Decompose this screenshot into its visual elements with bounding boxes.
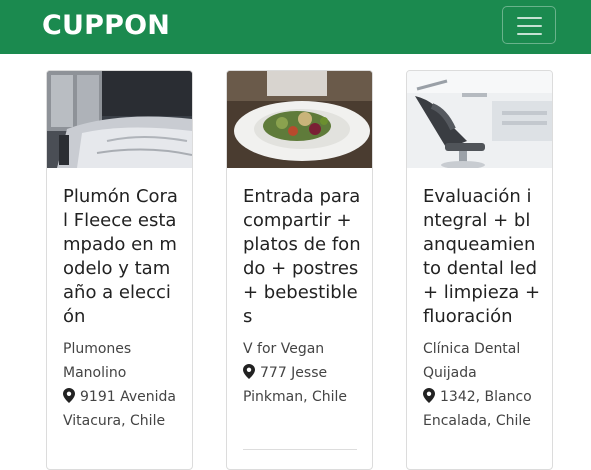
merchant-name: Clínica Dental Quijada [423, 341, 521, 381]
deal-card[interactable]: Evaluación integral + blanqueamiento den… [406, 70, 553, 470]
deal-card[interactable]: Entrada para compartir + platos de fondo… [226, 70, 373, 470]
card-divider [243, 449, 357, 450]
merchant-name: Plumones Manolino [63, 341, 132, 381]
deal-title[interactable]: Evaluación integral + blanqueamiento den… [423, 185, 541, 329]
deal-image-bed[interactable] [47, 71, 192, 168]
merchant-name: V for Vegan [243, 341, 325, 357]
map-marker-icon [243, 364, 255, 379]
map-marker-icon [423, 388, 435, 403]
navbar: CUPPON [0, 0, 591, 54]
address-text: 777 Jesse Pinkman, Chile [243, 365, 348, 405]
deal-image-salad[interactable] [227, 71, 372, 168]
deal-title[interactable]: Entrada para compartir + platos de fondo… [243, 185, 361, 329]
menu-toggle-button[interactable] [502, 6, 556, 44]
address-text: 9191 Avenida Vitacura, Chile [63, 389, 176, 429]
map-marker-icon [63, 388, 75, 403]
deal-address: 777 Jesse Pinkman, Chile [243, 361, 361, 409]
deal-title[interactable]: Plumón Coral Fleece estampado en modelo … [63, 185, 181, 329]
deal-card[interactable]: Plumón Coral Fleece estampado en modelo … [46, 70, 193, 470]
address-text: 1342, Blanco Encalada, Chile [423, 389, 532, 429]
deal-address: 9191 Avenida Vitacura, Chile [63, 385, 181, 433]
deal-image-dental[interactable] [407, 71, 552, 168]
brand-logo[interactable]: CUPPON [42, 8, 170, 44]
deal-address: 1342, Blanco Encalada, Chile [423, 385, 541, 433]
